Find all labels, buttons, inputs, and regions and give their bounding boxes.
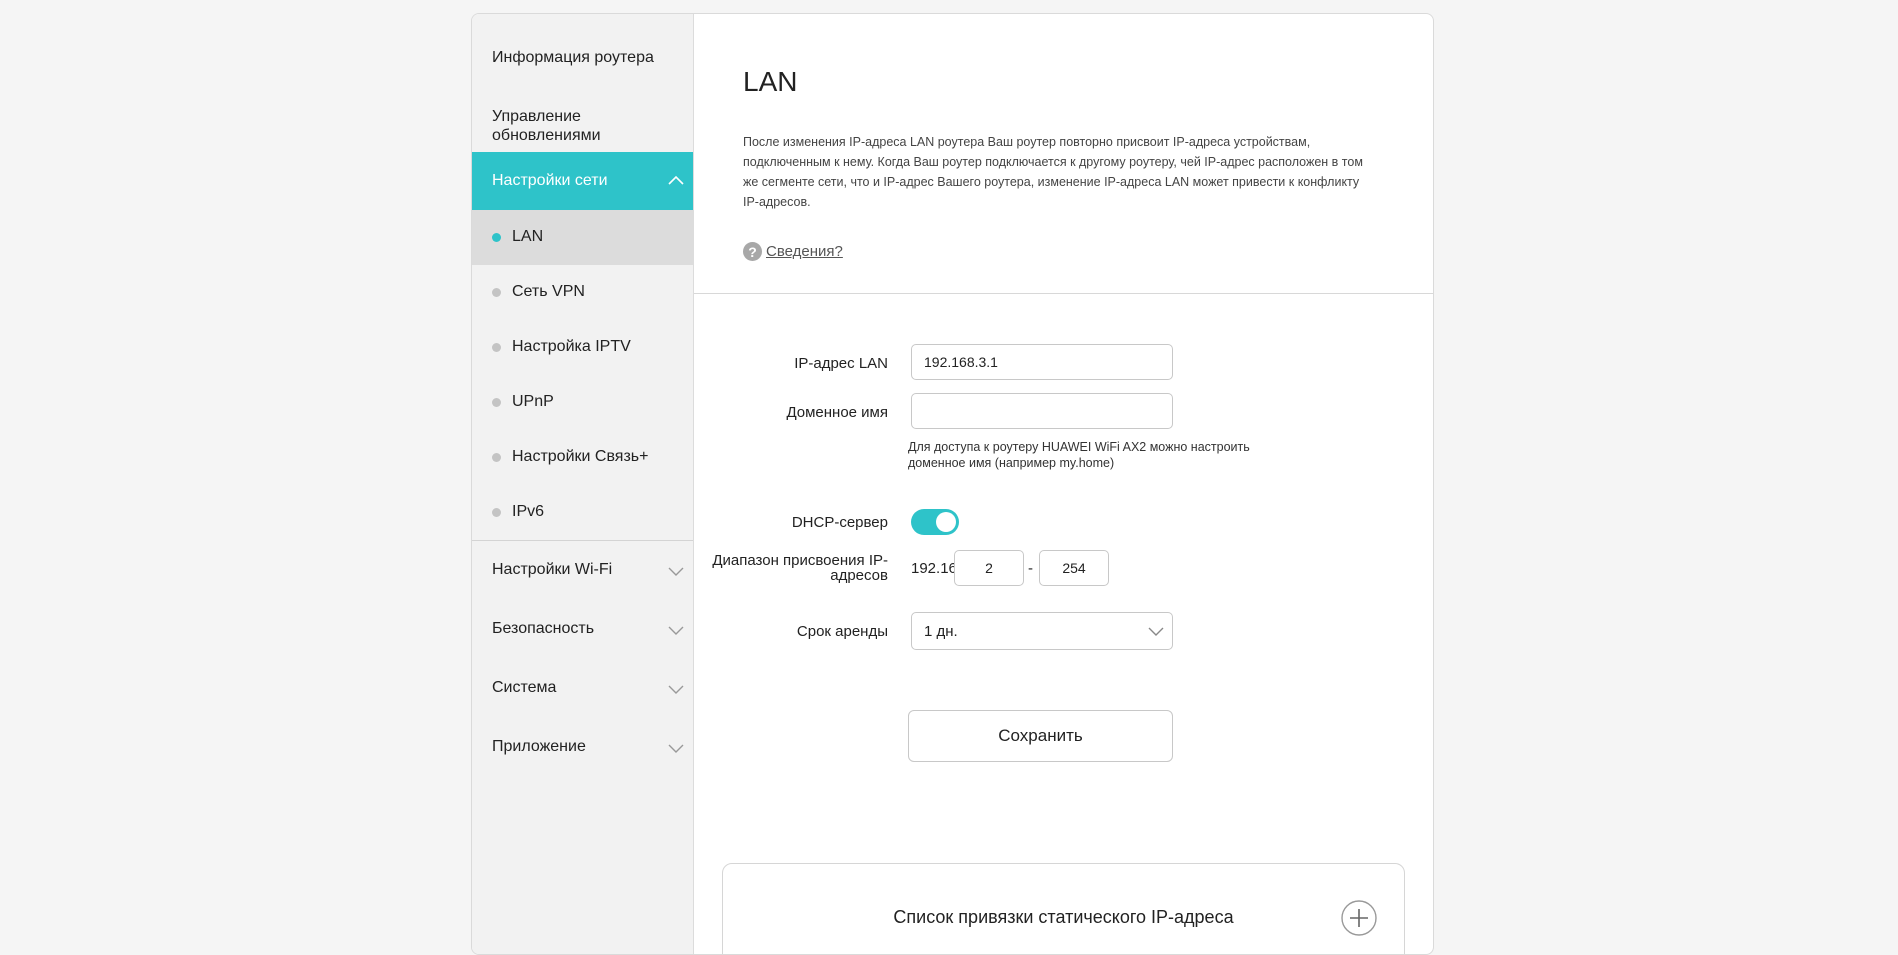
sidebar-item-label: IPv6 <box>512 503 545 520</box>
sidebar-item-label: Настройки Связь+ <box>512 448 649 465</box>
static-ip-binding-card: Список привязки статического IP-адреса <box>722 863 1405 954</box>
sidebar-item-ipv6[interactable]: IPv6 <box>472 485 693 540</box>
page-title: LAN <box>743 66 798 97</box>
chevron-up-icon <box>668 175 684 185</box>
chevron-down-icon <box>668 626 684 635</box>
dot-icon <box>492 398 501 407</box>
sidebar-group-label: Настройки сети <box>492 172 608 189</box>
sidebar-item-label: Настройка IPTV <box>512 338 631 355</box>
router-settings-window: Информация роутера Управление обновления… <box>471 13 1434 955</box>
sidebar-group-label: Система <box>492 679 557 696</box>
help-link[interactable]: Сведения? <box>766 243 843 260</box>
chevron-down-icon <box>668 685 684 694</box>
ip-range-separator: - <box>1028 560 1033 577</box>
sidebar-item-lan[interactable]: LAN <box>472 210 693 265</box>
chevron-down-icon <box>668 567 684 576</box>
domain-name-input[interactable] <box>911 393 1173 429</box>
sidebar-item-upnp[interactable]: UPnP <box>472 375 693 430</box>
sidebar: Информация роутера Управление обновления… <box>472 14 694 954</box>
dot-icon <box>492 453 501 462</box>
sidebar-item-iptv[interactable]: Настройка IPTV <box>472 320 693 375</box>
dhcp-toggle[interactable] <box>911 509 959 535</box>
dot-icon <box>492 288 501 297</box>
dot-icon <box>492 343 501 352</box>
intro-text: После изменения IP-адреса LAN роутера Ва… <box>743 135 1363 209</box>
ip-range-start-input[interactable] <box>954 550 1024 586</box>
sidebar-item-label: Сеть VPN <box>512 283 585 300</box>
sidebar-group-label: Настройки Wi-Fi <box>492 561 613 578</box>
sidebar-item-label: Информация роутера <box>492 49 654 66</box>
lease-time-label: Срок аренды <box>796 623 888 640</box>
chevron-down-icon <box>668 744 684 753</box>
dhcp-label: DHCP-сервер <box>791 514 888 531</box>
sidebar-group-network-settings[interactable]: Настройки сети <box>472 152 693 210</box>
question-icon: ? <box>743 242 762 261</box>
sidebar-item-vpn[interactable]: Сеть VPN <box>472 265 693 320</box>
sidebar-item-svyaz-plus[interactable]: Настройки Связь+ <box>472 430 693 485</box>
plus-icon <box>1341 900 1377 936</box>
ip-range-end-input[interactable] <box>1039 550 1109 586</box>
ip-range-label: Диапазон присвоения IP-адресов <box>712 552 888 584</box>
sidebar-group-label: Приложение <box>492 738 586 755</box>
sidebar-group-security[interactable]: Безопасность <box>472 600 693 658</box>
save-button[interactable]: Сохранить <box>908 710 1173 762</box>
sidebar-item-label: UPnP <box>512 393 554 410</box>
sidebar-group-system[interactable]: Система <box>472 659 693 717</box>
add-binding-button[interactable] <box>1340 899 1378 937</box>
sidebar-group-wifi[interactable]: Настройки Wi-Fi <box>472 541 693 599</box>
ip-address-input[interactable] <box>911 344 1173 380</box>
sidebar-item-router-info[interactable]: Информация роутера <box>492 48 654 67</box>
sidebar-group-label: Безопасность <box>492 620 595 637</box>
domain-name-label: Доменное имя <box>786 404 888 421</box>
lease-time-value: 1 дн. <box>924 623 958 640</box>
lease-time-select[interactable]: 1 дн. <box>911 612 1173 650</box>
sidebar-group-application[interactable]: Приложение <box>472 718 693 776</box>
toggle-knob <box>936 512 956 532</box>
active-dot-icon <box>492 233 501 242</box>
chevron-down-icon <box>1148 627 1164 636</box>
static-ip-list-title: Список привязки статического IP-адреса <box>893 907 1234 927</box>
main-content: LAN После изменения IP-адреса LAN роутер… <box>694 14 1433 954</box>
sidebar-item-update-management[interactable]: Управление обновлениями <box>492 107 622 145</box>
dot-icon <box>492 508 501 517</box>
sidebar-item-label: Управление обновлениями <box>492 108 601 144</box>
sidebar-item-label: LAN <box>512 228 544 245</box>
ip-address-label: IP-адрес LAN <box>794 355 888 372</box>
help-link-row[interactable]: ? Сведения? <box>743 242 843 261</box>
section-divider <box>694 293 1433 294</box>
domain-hint: Для доступа к роутеру HUAWEI WiFi AX2 мо… <box>908 440 1250 470</box>
